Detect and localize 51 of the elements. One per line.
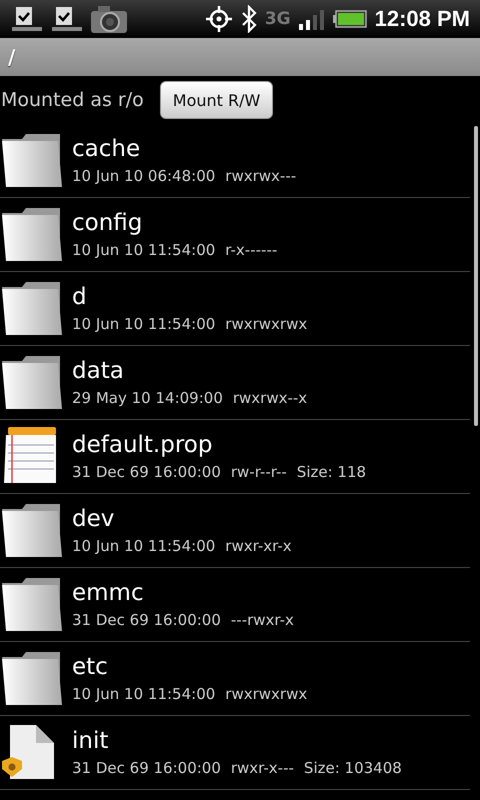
file-date: 31 Dec 69 16:00:00 (72, 611, 221, 629)
file-date: 10 Jun 10 11:54:00 (72, 315, 216, 333)
file-name: etc (72, 654, 109, 681)
file-name: data (72, 358, 125, 385)
download-done-icon (50, 5, 82, 33)
file-date: 10 Jun 10 11:54:00 (72, 537, 216, 555)
file-row[interactable]: init 31 Dec 69 16:00:00 rwxr-x--- Size: 103408 (0, 716, 470, 790)
signal-icon (298, 8, 325, 30)
camera-icon (90, 4, 128, 34)
file-date: 31 Dec 69 16:00:00 (72, 463, 221, 481)
scrollbar[interactable] (474, 126, 478, 426)
file-name: cache (72, 136, 142, 163)
file-name: init (72, 728, 110, 755)
file-permissions: rw-r--r-- (230, 463, 287, 481)
file-name: d (72, 284, 88, 311)
file-permissions: rwxrwx--- (225, 167, 296, 185)
file-name: emmc (72, 580, 145, 607)
bluetooth-icon (240, 5, 257, 33)
current-path: / (8, 45, 16, 69)
file-name: dev (72, 506, 116, 533)
file-size: Size: 103408 (304, 759, 402, 777)
file-row[interactable]: config 10 Jun 10 11:54:00 r-x------ (0, 198, 470, 272)
file-permissions: ---rwxr-x (230, 611, 294, 629)
file-size: Size: 118 (296, 463, 366, 481)
file-row[interactable]: data 29 May 10 14:09:00 rwxrwx--x (0, 346, 470, 420)
file-permissions: rwxrwxrwx (225, 685, 308, 703)
file-row[interactable]: default.prop 31 Dec 69 16:00:00 rw-r--r-- Size: 118 (0, 420, 470, 494)
file-permissions: rwxrwxrwx (225, 315, 308, 333)
file-name: config (72, 210, 144, 237)
file-date: 31 Dec 69 16:00:00 (72, 759, 221, 777)
file-date: 10 Jun 10 11:54:00 (72, 685, 216, 703)
network-type: 3G (264, 10, 291, 28)
file-row[interactable]: emmc 31 Dec 69 16:00:00 ---rwxr-x (0, 568, 470, 642)
mount-rw-button[interactable]: Mount R/W (160, 81, 274, 119)
file-permissions: rwxr-x--- (230, 759, 294, 777)
file-permissions: r-x------ (225, 241, 278, 259)
file-date: 10 Jun 10 06:48:00 (72, 167, 216, 185)
file-date: 29 May 10 14:09:00 (72, 389, 223, 407)
download-done-icon (10, 5, 42, 33)
battery-icon (332, 10, 367, 28)
file-row[interactable]: dev 10 Jun 10 11:54:00 rwxr-xr-x (0, 494, 470, 568)
gps-icon (204, 5, 233, 33)
file-row[interactable]: etc 10 Jun 10 11:54:00 rwxrwxrwx (0, 642, 470, 716)
file-permissions: rwxrwx--x (232, 389, 308, 407)
file-row[interactable]: d 10 Jun 10 11:54:00 rwxrwxrwx (0, 272, 470, 346)
clock: 12:08 PM (374, 6, 470, 32)
file-name: default.prop (72, 432, 214, 459)
file-date: 10 Jun 10 11:54:00 (72, 241, 216, 259)
mount-status: Mounted as r/o (1, 89, 144, 111)
file-row[interactable]: cache 10 Jun 10 06:48:00 rwxrwx--- (0, 124, 470, 198)
file-permissions: rwxr-xr-x (225, 537, 292, 555)
